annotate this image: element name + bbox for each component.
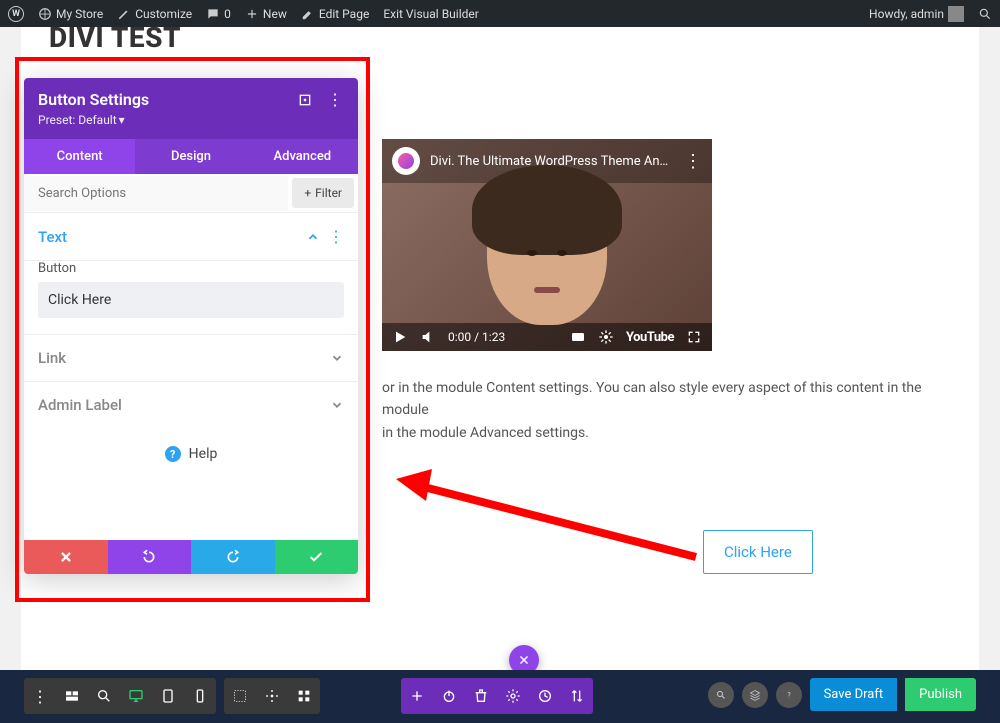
gear-icon[interactable] — [497, 678, 529, 714]
captions-icon[interactable] — [570, 329, 586, 345]
svg-text:?: ? — [787, 691, 791, 699]
dashboard-icon — [38, 7, 52, 21]
click-icon[interactable] — [256, 678, 288, 714]
close-icon — [518, 654, 530, 666]
annotation-arrow — [396, 467, 716, 567]
tab-design[interactable]: Design — [135, 139, 246, 174]
volume-icon[interactable] — [420, 329, 436, 345]
find-icon[interactable] — [708, 682, 734, 708]
section-link[interactable]: Link — [24, 335, 358, 382]
play-icon[interactable] — [392, 329, 408, 345]
wireframe-icon[interactable] — [56, 678, 88, 714]
panel-title: Button Settings — [38, 90, 149, 109]
section-text[interactable]: Text ⋮ — [24, 213, 358, 261]
chevron-down-icon: ▾ — [119, 113, 125, 127]
help-icon: ? — [165, 446, 181, 462]
chevron-down-icon — [330, 351, 344, 365]
search-icon — [978, 7, 992, 21]
hover-icon[interactable] — [224, 678, 256, 714]
customize-link[interactable]: Customize — [117, 7, 192, 21]
page-title: DIVI TEST — [21, 21, 979, 54]
layers-icon[interactable] — [742, 682, 768, 708]
plus-icon: + — [304, 186, 311, 200]
trash-icon[interactable] — [465, 678, 497, 714]
edit-page-link[interactable]: Edit Page — [301, 7, 369, 21]
search-row: + Filter — [24, 174, 358, 213]
search-toggle[interactable] — [978, 7, 992, 21]
panel-header: Button Settings ⋮ Preset: Default▾ — [24, 78, 358, 139]
mobile-icon[interactable] — [184, 678, 216, 714]
desktop-icon[interactable] — [120, 678, 152, 714]
exit-visual-builder[interactable]: Exit Visual Builder — [383, 7, 479, 21]
wp-logo[interactable]: W — [8, 6, 24, 22]
fullscreen-icon[interactable] — [686, 329, 702, 345]
expand-icon[interactable] — [296, 91, 314, 109]
filter-button[interactable]: + Filter — [292, 178, 354, 208]
search-input[interactable] — [24, 176, 288, 211]
store-link[interactable]: My Store — [38, 7, 103, 21]
divi-button-module[interactable]: Click Here — [703, 530, 813, 574]
menu-icon[interactable]: ⋮ — [24, 678, 56, 714]
tab-advanced[interactable]: Advanced — [247, 139, 358, 174]
sort-icon[interactable] — [561, 678, 593, 714]
redo-button[interactable] — [191, 540, 275, 574]
preset-dropdown[interactable]: Preset: Default▾ — [38, 113, 344, 127]
brush-icon — [117, 7, 131, 21]
publish-button[interactable]: Publish — [905, 678, 976, 711]
add-icon[interactable] — [401, 678, 433, 714]
video-menu-icon[interactable]: ⋮ — [684, 151, 702, 172]
chevron-up-icon — [306, 230, 320, 244]
comment-icon — [206, 7, 220, 21]
help-circle-icon[interactable]: ? — [776, 682, 802, 708]
comments-link[interactable]: 0 — [206, 7, 231, 21]
new-link[interactable]: New — [245, 7, 287, 21]
zoom-icon[interactable] — [88, 678, 120, 714]
section-menu-icon[interactable]: ⋮ — [328, 227, 344, 246]
channel-logo[interactable] — [392, 147, 420, 175]
module-settings-panel: Button Settings ⋮ Preset: Default▾ Conte… — [24, 78, 358, 574]
field-button-text: Button — [24, 261, 358, 335]
video-thumbnail — [382, 179, 712, 321]
youtube-logo[interactable]: YouTube — [626, 330, 674, 345]
panel-actions — [24, 540, 358, 574]
tablet-icon[interactable] — [152, 678, 184, 714]
help-link[interactable]: ? Help — [24, 428, 358, 480]
builder-bottom-bar: ⋮ ? Save Draft Publish — [0, 670, 1000, 723]
power-icon[interactable] — [433, 678, 465, 714]
tab-content[interactable]: Content — [24, 139, 135, 174]
field-label: Button — [38, 261, 344, 276]
discard-button[interactable] — [24, 540, 108, 574]
undo-button[interactable] — [108, 540, 192, 574]
settings-gear-icon[interactable] — [598, 329, 614, 345]
save-draft-button[interactable]: Save Draft — [810, 678, 898, 711]
video-time: 0:00 / 1:23 — [448, 330, 505, 344]
history-icon[interactable] — [529, 678, 561, 714]
module-description: or in the module Content settings. You c… — [382, 377, 939, 444]
section-admin-label[interactable]: Admin Label — [24, 382, 358, 428]
howdy-user[interactable]: Howdy, admin — [869, 6, 964, 22]
avatar — [948, 6, 964, 22]
youtube-embed[interactable]: Divi. The Ultimate WordPress Theme An… ⋮… — [382, 139, 712, 351]
plus-icon — [245, 7, 259, 21]
chevron-down-icon — [330, 398, 344, 412]
save-button[interactable] — [275, 540, 359, 574]
button-text-input[interactable] — [38, 282, 344, 318]
settings-tabs: Content Design Advanced — [24, 139, 358, 174]
grid-icon[interactable] — [288, 678, 320, 714]
pencil-icon — [301, 7, 315, 21]
panel-menu-icon[interactable]: ⋮ — [326, 91, 344, 109]
